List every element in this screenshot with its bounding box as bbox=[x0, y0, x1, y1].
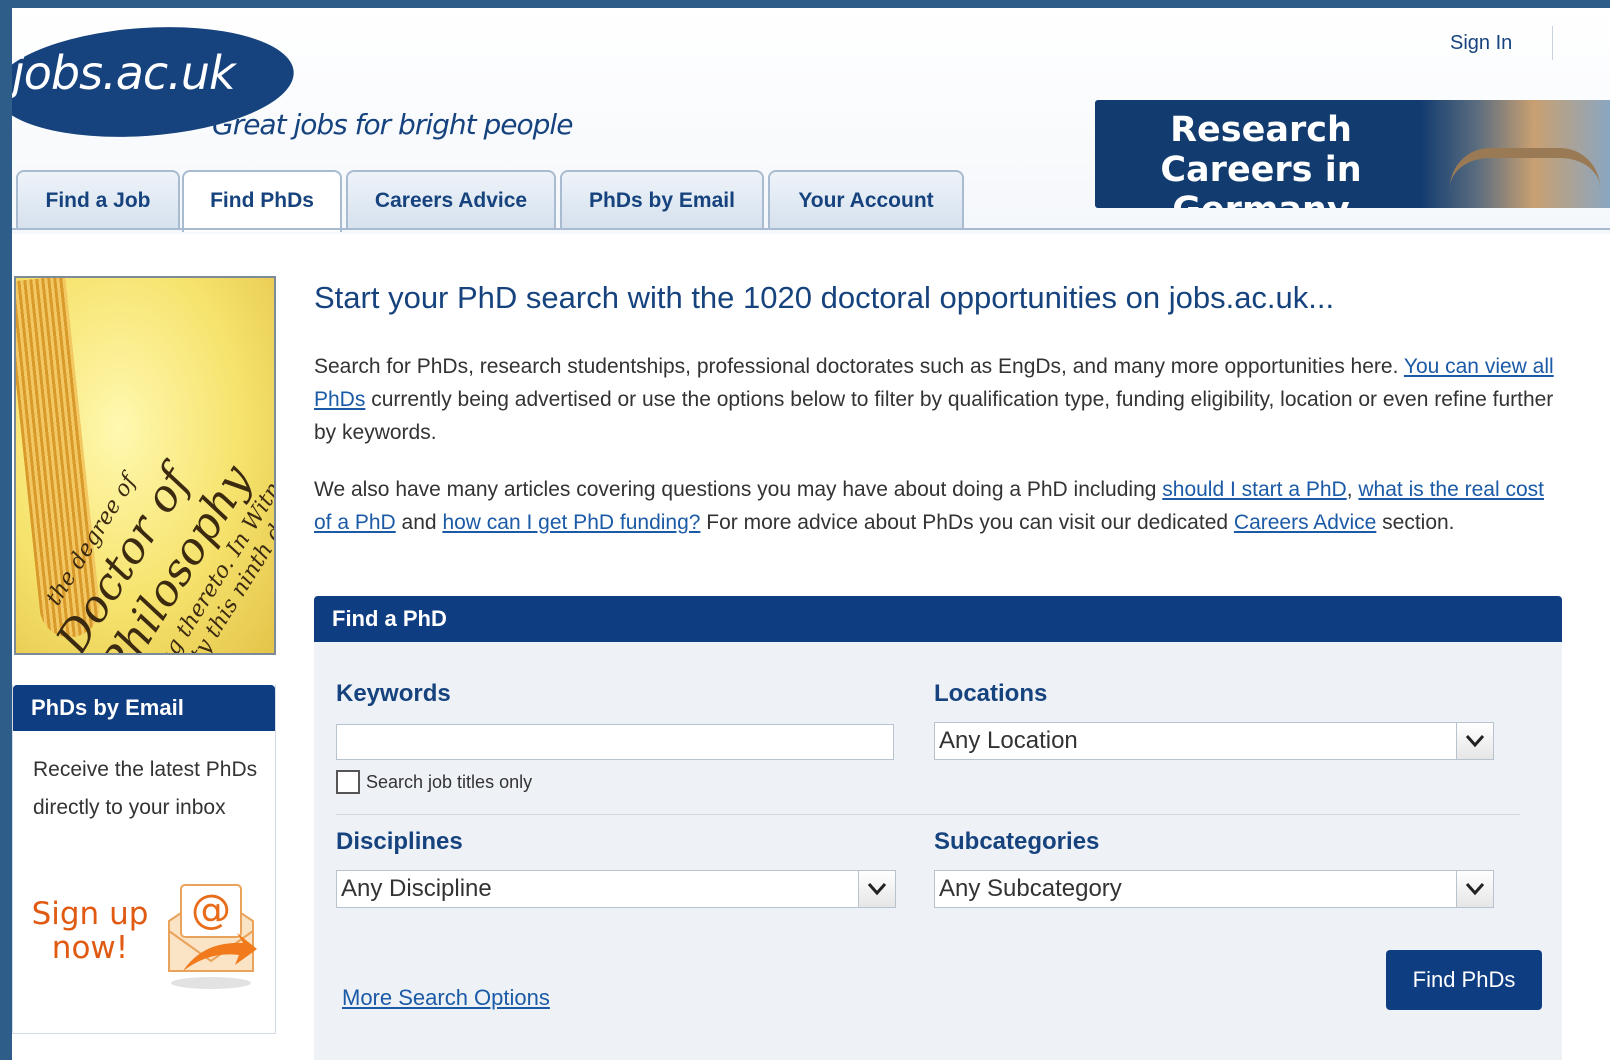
locations-label: Locations bbox=[934, 680, 1048, 707]
site-header: jobs.ac.uk Great jobs for bright people … bbox=[12, 8, 1610, 234]
page: jobs.ac.uk Great jobs for bright people … bbox=[12, 8, 1610, 1060]
form-divider bbox=[336, 814, 1520, 815]
phds-by-email-heading: PhDs by Email bbox=[13, 685, 275, 731]
sign-in-link[interactable]: Sign In bbox=[1450, 32, 1512, 55]
phds-by-email-box: PhDs by Email Receive the latest PhDs di… bbox=[12, 685, 276, 1034]
disciplines-select[interactable]: Any Discipline bbox=[336, 870, 896, 908]
site-tagline: Great jobs for bright people bbox=[212, 108, 573, 141]
find-phd-heading: Find a PhD bbox=[314, 596, 1562, 642]
tab-your-account[interactable]: Your Account bbox=[768, 170, 964, 228]
chevron-down-icon[interactable] bbox=[858, 871, 895, 907]
disciplines-label: Disciplines bbox=[336, 828, 463, 855]
phds-by-email-text: Receive the latest PhDs directly to your… bbox=[33, 758, 258, 819]
subcategories-value: Any Subcategory bbox=[939, 875, 1122, 902]
find-phd-panel: Find a PhD Keywords Search job titles on… bbox=[314, 596, 1562, 1060]
sign-up-link[interactable]: Sign up now! bbox=[25, 897, 155, 965]
titles-only-checkbox[interactable] bbox=[336, 770, 360, 794]
locations-select[interactable]: Any Location bbox=[934, 722, 1494, 760]
email-at-icon: @ bbox=[168, 884, 257, 989]
tab-phds-by-email[interactable]: PhDs by Email bbox=[560, 170, 764, 228]
diploma-image: the degree of Doctor of Philosophy ing t… bbox=[14, 276, 276, 655]
intro-paragraph: Search for PhDs, research studentships, … bbox=[314, 355, 1554, 444]
subcategories-select[interactable]: Any Subcategory bbox=[934, 870, 1494, 908]
banner-text: Research Careers in Germany bbox=[1160, 110, 1362, 208]
titles-only-label[interactable]: Search job titles only bbox=[366, 772, 532, 793]
disciplines-value: Any Discipline bbox=[341, 875, 492, 902]
site-logo[interactable]: jobs.ac.uk bbox=[12, 46, 236, 100]
svg-text:@: @ bbox=[191, 887, 231, 933]
should-i-start-phd-link[interactable]: should I start a PhD bbox=[1162, 478, 1346, 501]
chevron-down-icon[interactable] bbox=[1456, 871, 1493, 907]
locations-value: Any Location bbox=[939, 727, 1078, 754]
tab-careers-advice[interactable]: Careers Advice bbox=[346, 170, 556, 228]
careers-advice-link[interactable]: Careers Advice bbox=[1234, 511, 1376, 534]
page-title: Start your PhD search with the 1020 doct… bbox=[314, 280, 1335, 315]
articles-paragraph: We also have many articles covering ques… bbox=[314, 478, 1544, 534]
keywords-label: Keywords bbox=[336, 680, 451, 707]
phd-funding-link[interactable]: how can I get PhD funding? bbox=[442, 511, 700, 534]
tab-find-phds[interactable]: Find PhDs bbox=[182, 170, 342, 232]
nav-underline bbox=[12, 228, 1610, 230]
tab-find-a-job[interactable]: Find a Job bbox=[16, 170, 180, 228]
chevron-down-icon[interactable] bbox=[1456, 723, 1493, 759]
header-divider bbox=[1552, 26, 1553, 60]
research-germany-banner[interactable]: Research Careers in Germany bbox=[1095, 100, 1610, 208]
find-phds-button[interactable]: Find PhDs bbox=[1386, 950, 1542, 1010]
keywords-input[interactable] bbox=[336, 724, 894, 760]
bridge-photo bbox=[1420, 100, 1610, 208]
subcategories-label: Subcategories bbox=[934, 828, 1100, 855]
more-search-options-link[interactable]: More Search Options bbox=[342, 985, 550, 1011]
bridge-shape bbox=[1450, 148, 1600, 198]
